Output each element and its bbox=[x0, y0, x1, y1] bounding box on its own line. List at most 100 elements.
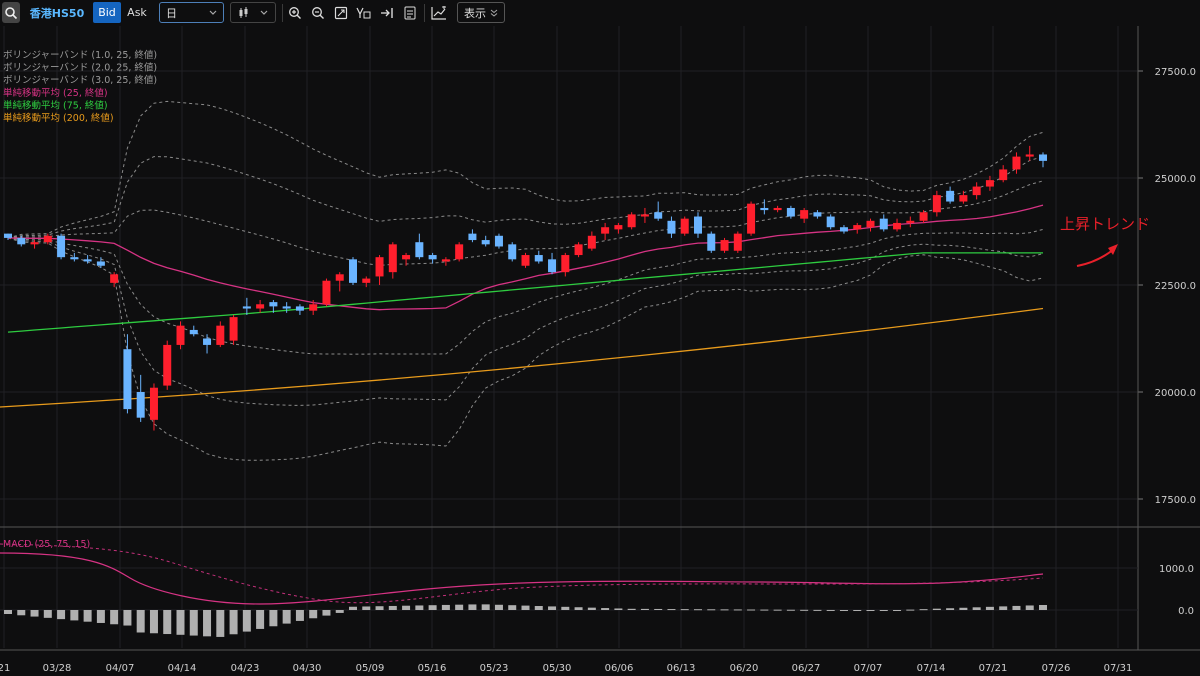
zoom-in-icon[interactable] bbox=[286, 2, 304, 23]
annotation: 上昇トレンド bbox=[1060, 215, 1150, 267]
candle-body bbox=[587, 235, 596, 249]
candle-body bbox=[176, 325, 185, 345]
macd-histogram-bar bbox=[282, 610, 291, 624]
y-tick-label: 17500.0 bbox=[1155, 495, 1196, 506]
bollinger-band-1sigma-dn bbox=[7, 228, 1044, 355]
candle-body bbox=[640, 214, 649, 217]
macd-histogram-bar bbox=[508, 605, 517, 610]
ask-button[interactable]: Ask bbox=[123, 2, 151, 23]
chart-type-select[interactable] bbox=[230, 2, 276, 23]
candle-body bbox=[521, 255, 530, 266]
macd-histogram-bar bbox=[919, 609, 928, 611]
candle-body bbox=[163, 344, 172, 386]
macd-histogram-bar bbox=[216, 610, 225, 637]
macd-histogram-bar bbox=[786, 609, 795, 611]
macd-histogram-bar bbox=[415, 605, 424, 610]
legend-entry: 単純移動平均 (75, 終値) bbox=[3, 99, 108, 111]
candle-body bbox=[428, 255, 437, 260]
candle-body bbox=[30, 242, 39, 245]
add-indicator-icon[interactable] bbox=[429, 2, 449, 23]
candle-body bbox=[322, 280, 331, 305]
x-tick-label: 07/26 bbox=[1042, 663, 1071, 674]
legend-entry: ボリンジャーバンド (1.0, 25, 終値) bbox=[3, 49, 157, 61]
candle-body bbox=[893, 222, 902, 230]
macd-histogram-bar bbox=[1039, 605, 1047, 610]
candle-body bbox=[574, 244, 583, 256]
toolbar-divider bbox=[424, 4, 425, 22]
text-tool-icon[interactable] bbox=[355, 2, 373, 23]
legend-entry: ボリンジャーバンド (3.0, 25, 終値) bbox=[3, 74, 157, 86]
x-tick-label: 07/21 bbox=[979, 663, 1008, 674]
bollinger-bands bbox=[7, 100, 1044, 461]
macd-histogram-bar bbox=[4, 610, 12, 614]
candle-body bbox=[282, 306, 291, 309]
candle-body bbox=[959, 195, 968, 202]
bid-button[interactable]: Bid bbox=[93, 2, 121, 23]
macd-histogram-bar bbox=[203, 610, 212, 637]
x-tick-label: 04/30 bbox=[293, 663, 322, 674]
candle-body bbox=[149, 387, 158, 420]
candle-body bbox=[216, 325, 225, 345]
timeframe-select[interactable]: 日 bbox=[159, 2, 224, 23]
macd-histogram-bar bbox=[30, 610, 39, 617]
candle-body bbox=[879, 218, 888, 230]
candle-body bbox=[335, 274, 344, 281]
macd-signal-line bbox=[0, 543, 1044, 604]
candle-body bbox=[57, 235, 66, 258]
x-tick-label: 04/23 bbox=[231, 663, 260, 674]
candle-body bbox=[826, 216, 835, 228]
macd-histogram-bar bbox=[946, 608, 955, 610]
macd-histogram-bar bbox=[163, 610, 172, 635]
search-icon[interactable] bbox=[2, 2, 20, 23]
candle-body bbox=[375, 257, 384, 277]
candle-body bbox=[1012, 156, 1021, 170]
zoom-out-icon[interactable] bbox=[309, 2, 327, 23]
candle-body bbox=[786, 207, 795, 217]
document-icon[interactable] bbox=[401, 2, 419, 23]
candle-body bbox=[189, 329, 198, 335]
candle-body bbox=[481, 240, 490, 245]
candle-body bbox=[534, 255, 543, 262]
x-tick-label: 04/14 bbox=[168, 663, 197, 674]
symbol-label[interactable]: 香港HS50 bbox=[26, 2, 88, 23]
candle-body bbox=[906, 220, 915, 223]
macd-histogram-bar bbox=[614, 608, 623, 610]
macd-histogram-bar bbox=[57, 610, 66, 620]
y-tick-label: 20000.0 bbox=[1155, 388, 1196, 399]
macd-histogram-bar bbox=[468, 604, 477, 610]
macd-histogram-bar bbox=[455, 604, 464, 610]
macd-histogram-bar bbox=[269, 610, 278, 627]
candle-body bbox=[229, 317, 238, 341]
candle-body bbox=[614, 225, 623, 230]
candle-body bbox=[627, 214, 636, 228]
fit-screen-icon[interactable] bbox=[332, 2, 350, 23]
next-bar-icon[interactable] bbox=[378, 2, 396, 23]
bollinger-band-3sigma-up bbox=[7, 100, 1044, 239]
candle-body bbox=[667, 220, 676, 234]
macd-pane: 1000.0 0.0 MACD (25, 75, 15) bbox=[0, 539, 1194, 637]
macd-histogram-bar bbox=[839, 610, 848, 611]
display-menu-button[interactable]: 表示 bbox=[457, 2, 505, 23]
macd-histogram-bar bbox=[587, 607, 596, 610]
macd-histogram-bar bbox=[640, 608, 649, 610]
macd-histogram-bar bbox=[229, 610, 238, 635]
macd-histogram-bar bbox=[906, 609, 915, 611]
price-chart[interactable]: 21 03/28 04/07 04/14 04/23 04/30 05/09 05/16 05/… bbox=[0, 26, 1200, 676]
macd-histogram-bar bbox=[96, 610, 105, 623]
candle-body bbox=[468, 233, 477, 241]
x-tick-label: 06/13 bbox=[667, 663, 696, 674]
candle-body bbox=[932, 195, 941, 213]
candle-body bbox=[694, 216, 702, 234]
macd-histogram-bar bbox=[972, 607, 981, 610]
candle-body bbox=[985, 180, 994, 187]
macd-histogram-bar bbox=[322, 610, 331, 616]
macd-histogram-bar bbox=[309, 610, 318, 619]
macd-histogram-bar bbox=[959, 607, 968, 610]
candlestick-icon bbox=[239, 6, 248, 18]
legend-entry: ボリンジャーバンド (2.0, 25, 終値) bbox=[3, 62, 157, 74]
candle-body bbox=[919, 212, 928, 221]
macd-histogram-bar bbox=[256, 610, 265, 629]
macd-histogram-bar bbox=[375, 606, 384, 610]
annotation-arrow bbox=[1076, 248, 1115, 267]
x-tick-label: 05/16 bbox=[418, 663, 447, 674]
